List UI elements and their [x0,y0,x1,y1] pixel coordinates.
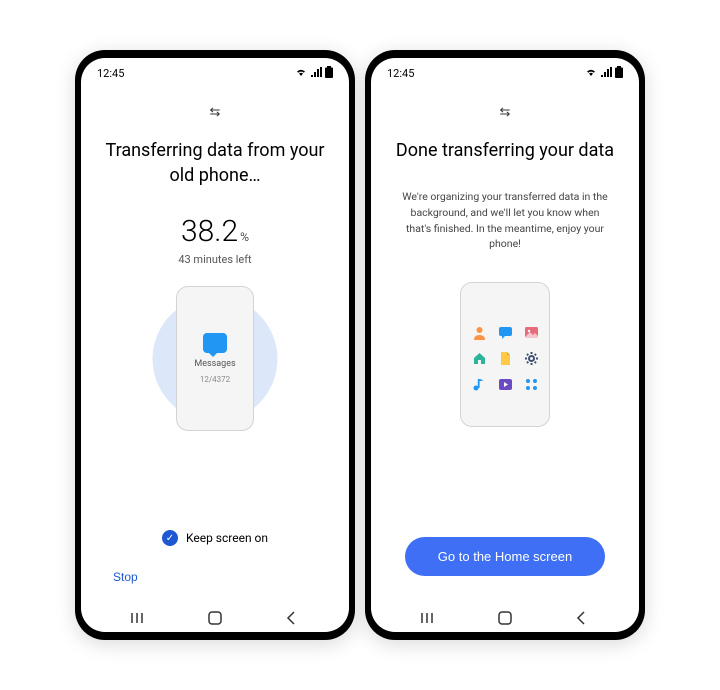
status-bar: 12:45 [371,58,639,85]
bottom-wrap: Go to the Home screen [391,537,619,600]
nav-recents-icon[interactable] [414,611,444,625]
page-title: Done transferring your data [396,138,614,163]
transfer-icon: ⇆ [210,105,221,120]
mini-phone-graphic: Messages 12/4372 [176,286,254,431]
gallery-icon [523,325,539,341]
content-right: ⇆ Done transferring your data We're orga… [371,85,639,600]
nav-home-icon[interactable] [490,610,520,626]
phone-right: 12:45 ⇆ Done transferring your data We'r… [365,50,645,640]
time-remaining: 43 minutes left [178,253,251,266]
stop-button[interactable]: Stop [105,566,146,588]
settings-icon [523,351,539,367]
content-left: ⇆ Transferring data from your old phone…… [81,85,349,600]
percent-unit: % [240,230,249,244]
page-subtitle: We're organizing your transferred data i… [391,189,619,252]
percent-value: 38.2 [181,214,238,249]
page-title: Transferring data from your old phone… [101,138,329,188]
music-icon [471,377,487,393]
nav-back-icon[interactable] [276,610,306,626]
wifi-icon [295,67,307,80]
status-time: 12:45 [387,67,414,80]
video-icon [497,377,513,393]
bottom-row: Stop [101,566,329,600]
phone-left: 12:45 ⇆ Transferring data from your old … [75,50,355,640]
nav-home-icon[interactable] [200,610,230,626]
messages-icon [497,325,513,341]
screen-left: 12:45 ⇆ Transferring data from your old … [81,58,349,632]
contacts-icon [471,325,487,341]
nav-recents-icon[interactable] [124,611,154,625]
mini-phone-graphic [460,282,550,427]
battery-icon [615,66,623,81]
progress-percent: 38.2% [181,214,249,249]
nav-bar [81,600,349,632]
item-count: 12/4372 [200,375,230,384]
battery-icon [325,66,333,81]
keep-screen-toggle[interactable]: ✓ Keep screen on [162,530,268,546]
signal-icon [310,67,322,80]
status-icons [295,66,333,81]
wifi-icon [585,67,597,80]
app-icon-grid [471,325,539,393]
screen-right: 12:45 ⇆ Done transferring your data We'r… [371,58,639,632]
messages-icon [203,333,227,353]
status-time: 12:45 [97,67,124,80]
home-icon [471,351,487,367]
done-illustration [460,282,550,427]
progress-illustration: Messages 12/4372 [176,286,254,431]
files-icon [497,351,513,367]
status-bar: 12:45 [81,58,349,85]
keep-screen-label: Keep screen on [186,531,268,545]
nav-back-icon[interactable] [566,610,596,626]
go-home-button[interactable]: Go to the Home screen [405,537,605,576]
item-label: Messages [194,359,235,369]
signal-icon [600,67,612,80]
status-icons [585,66,623,81]
checkbox-checked-icon: ✓ [162,530,178,546]
apps-icon [523,377,539,393]
transfer-icon: ⇆ [500,105,511,120]
nav-bar [371,600,639,632]
